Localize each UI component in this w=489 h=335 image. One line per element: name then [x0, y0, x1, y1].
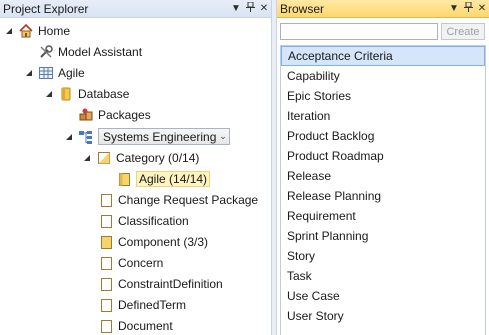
element-icon [98, 255, 114, 271]
tree-item-label: Component (3/3) [118, 234, 209, 249]
browser-search-input[interactable] [280, 23, 438, 40]
browser-list-item[interactable]: Release Planning [281, 186, 485, 206]
project-explorer-title-bar: Project Explorer ▼ ✕ [0, 0, 271, 18]
collapse-icon[interactable] [44, 89, 54, 99]
project-explorer-pane: Project Explorer ▼ ✕ Home Model Assistan… [0, 0, 271, 335]
tree-node-agile-child[interactable]: Agile (14/14) [116, 168, 211, 189]
pin-icon[interactable] [461, 1, 475, 15]
view-selector-dropdown[interactable]: Systems Engineering ⌄ [98, 128, 230, 145]
close-icon[interactable]: ✕ [475, 3, 489, 14]
chevron-down-icon: ⌄ [219, 131, 227, 141]
browser-title-bar: Browser ▼ ✕ [277, 0, 489, 18]
browser-list-item[interactable]: Use Case [281, 286, 485, 306]
create-button[interactable]: Create [441, 23, 485, 40]
tree-node-agile[interactable]: Agile [24, 62, 85, 83]
tree-node-home[interactable]: Home [4, 20, 70, 41]
browser-list-item[interactable]: Acceptance Criteria [281, 46, 485, 66]
collapse-icon[interactable] [64, 132, 74, 142]
browser-list: Acceptance Criteria Capability Epic Stor… [280, 45, 486, 335]
tree-node-view-selector: Systems Engineering ⌄ [64, 126, 230, 147]
browser-list-item[interactable]: User Story [281, 306, 485, 326]
tree-label-database: Database [78, 86, 130, 101]
browser-title: Browser [280, 1, 325, 16]
tree-node-item[interactable]: ConstraintDefinition [98, 273, 223, 294]
browser-list-item[interactable]: Release [281, 166, 485, 186]
browser-list-item[interactable]: Capability [281, 66, 485, 86]
tree-node-item[interactable]: Component (3/3) [98, 231, 208, 252]
browser-list-item[interactable]: Product Backlog [281, 126, 485, 146]
table-icon [38, 65, 54, 81]
tree-node-item[interactable]: Document [98, 315, 173, 335]
tree-node-category[interactable]: Category (0/14) [82, 147, 199, 168]
pin-icon[interactable] [243, 1, 257, 15]
element-icon [98, 276, 114, 292]
collapse-icon[interactable] [4, 26, 14, 36]
tree-item-label: Document [118, 318, 173, 333]
tree-label-agile: Agile [58, 65, 85, 80]
collapse-icon[interactable] [82, 153, 92, 163]
browser-pane: Browser ▼ ✕ Create Acceptance Criteria C… [277, 0, 489, 335]
home-icon [18, 23, 34, 39]
tree-node-packages[interactable]: Packages [78, 104, 151, 125]
tree-item-label: Concern [118, 255, 164, 270]
chevron-down-icon[interactable]: ▼ [229, 3, 243, 14]
tree-node-item[interactable]: Concern [98, 252, 163, 273]
project-explorer-title: Project Explorer [3, 1, 89, 16]
tree-item-label: DefinedTerm [118, 297, 187, 312]
browser-list-item[interactable]: Task [281, 266, 485, 286]
element-icon [98, 213, 114, 229]
category-icon [96, 150, 112, 166]
browser-list-item[interactable]: Requirement [281, 206, 485, 226]
collapse-icon[interactable] [24, 68, 34, 78]
tree-label-model-assistant: Model Assistant [58, 44, 143, 59]
tree-node-item[interactable]: Change Request Package [98, 189, 258, 210]
tree-item-label: Change Request Package [118, 192, 259, 207]
database-icon [58, 86, 74, 102]
folder-icon [98, 234, 114, 250]
tree-label-agile-child: Agile (14/14) [136, 170, 211, 187]
browser-list-item[interactable]: Sprint Planning [281, 226, 485, 246]
tree-node-item[interactable]: Classification [98, 210, 189, 231]
tree-item-label: ConstraintDefinition [118, 276, 223, 291]
browser-list-item[interactable]: Iteration [281, 106, 485, 126]
browser-list-item[interactable]: Story [281, 246, 485, 266]
element-icon [98, 192, 114, 208]
tree-label-category: Category (0/14) [116, 150, 200, 165]
tree-label-home: Home [38, 23, 71, 38]
tree-node-database[interactable]: Database [44, 83, 129, 104]
tree-node-item[interactable]: DefinedTerm [98, 294, 186, 315]
tools-icon [38, 44, 54, 60]
tree-node-model-assistant[interactable]: Model Assistant [38, 41, 142, 62]
chevron-down-icon[interactable]: ▼ [447, 3, 461, 14]
tree-item-label: Classification [118, 213, 189, 228]
element-icon [98, 297, 114, 313]
close-icon[interactable]: ✕ [257, 3, 271, 14]
hierarchy-icon [78, 129, 94, 145]
element-icon [98, 318, 114, 334]
browser-list-item[interactable]: Product Roadmap [281, 146, 485, 166]
view-selector-value: Systems Engineering [103, 129, 217, 144]
browser-list-item[interactable]: Epic Stories [281, 86, 485, 106]
packages-icon [78, 107, 94, 123]
tree-label-packages: Packages [98, 107, 151, 122]
folder-icon [116, 171, 132, 187]
